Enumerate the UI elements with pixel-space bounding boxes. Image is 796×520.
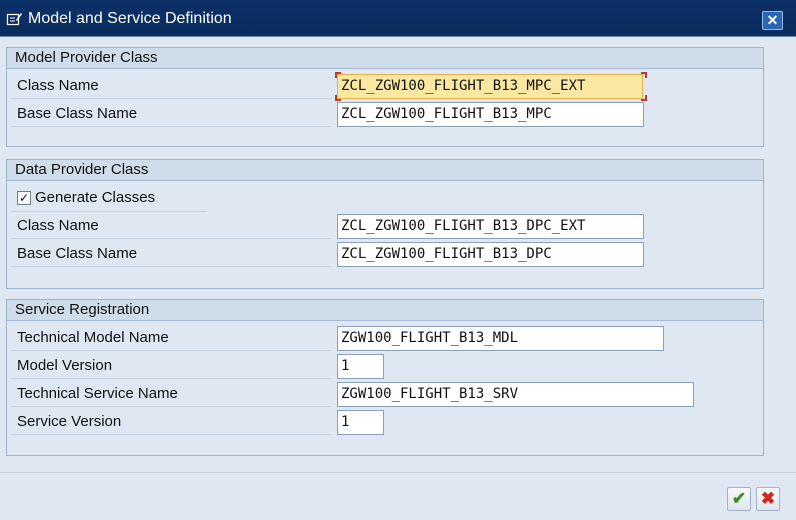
mpc-base-class-field[interactable]: ZCL_ZGW100_FLIGHT_B13_MPC [337, 102, 644, 127]
focus-marker [641, 72, 647, 78]
cancel-icon: ✖ [760, 489, 776, 508]
model-version-field[interactable]: 1 [337, 354, 384, 379]
generate-classes-checkbox[interactable]: ✓ [17, 191, 31, 205]
model-provider-header: Model Provider Class [7, 48, 763, 69]
tech-model-label: Technical Model Name [11, 326, 331, 351]
dpc-class-name-label: Class Name [11, 214, 331, 239]
tech-service-field[interactable]: ZGW100_FLIGHT_B13_SRV [337, 382, 694, 407]
focus-marker [335, 95, 341, 101]
cancel-button[interactable]: ✖ [756, 487, 780, 511]
dpc-base-class-label: Base Class Name [11, 242, 331, 267]
dialog-body: Model Provider Class Class Name ZCL_ZGW1… [0, 38, 796, 520]
generate-classes-label: Generate Classes [35, 189, 156, 206]
edit-dialog-icon [6, 13, 22, 26]
footer-divider [0, 472, 796, 473]
model-provider-group: Model Provider Class Class Name ZCL_ZGW1… [6, 47, 764, 147]
focus-marker [335, 72, 341, 78]
service-version-label: Service Version [11, 410, 331, 435]
data-provider-group: Data Provider Class ✓ Generate Classes C… [6, 159, 764, 289]
dpc-base-class-field[interactable]: ZCL_ZGW100_FLIGHT_B13_DPC [337, 242, 644, 267]
confirm-button[interactable]: ✔ [727, 487, 751, 511]
dialog-titlebar: Model and Service Definition ✕ [0, 0, 796, 37]
model-version-label: Model Version [11, 354, 331, 379]
tech-model-field[interactable]: ZGW100_FLIGHT_B13_MDL [337, 326, 664, 351]
mpc-class-name-label: Class Name [11, 74, 331, 99]
dialog-title: Model and Service Definition [28, 10, 232, 27]
focus-marker [641, 95, 647, 101]
generate-classes-row: ✓ Generate Classes [11, 186, 207, 212]
mpc-class-name-field[interactable]: ZCL_ZGW100_FLIGHT_B13_MPC_EXT [337, 74, 643, 99]
tech-service-label: Technical Service Name [11, 382, 331, 407]
service-registration-group: Service Registration Technical Model Nam… [6, 299, 764, 456]
mpc-base-class-label: Base Class Name [11, 102, 331, 127]
close-icon: ✕ [766, 12, 779, 28]
service-registration-header: Service Registration [7, 300, 763, 321]
service-version-field[interactable]: 1 [337, 410, 384, 435]
checkmark-icon: ✔ [731, 489, 747, 508]
dpc-class-name-field[interactable]: ZCL_ZGW100_FLIGHT_B13_DPC_EXT [337, 214, 644, 239]
close-button[interactable]: ✕ [762, 11, 783, 30]
data-provider-header: Data Provider Class [7, 160, 763, 181]
